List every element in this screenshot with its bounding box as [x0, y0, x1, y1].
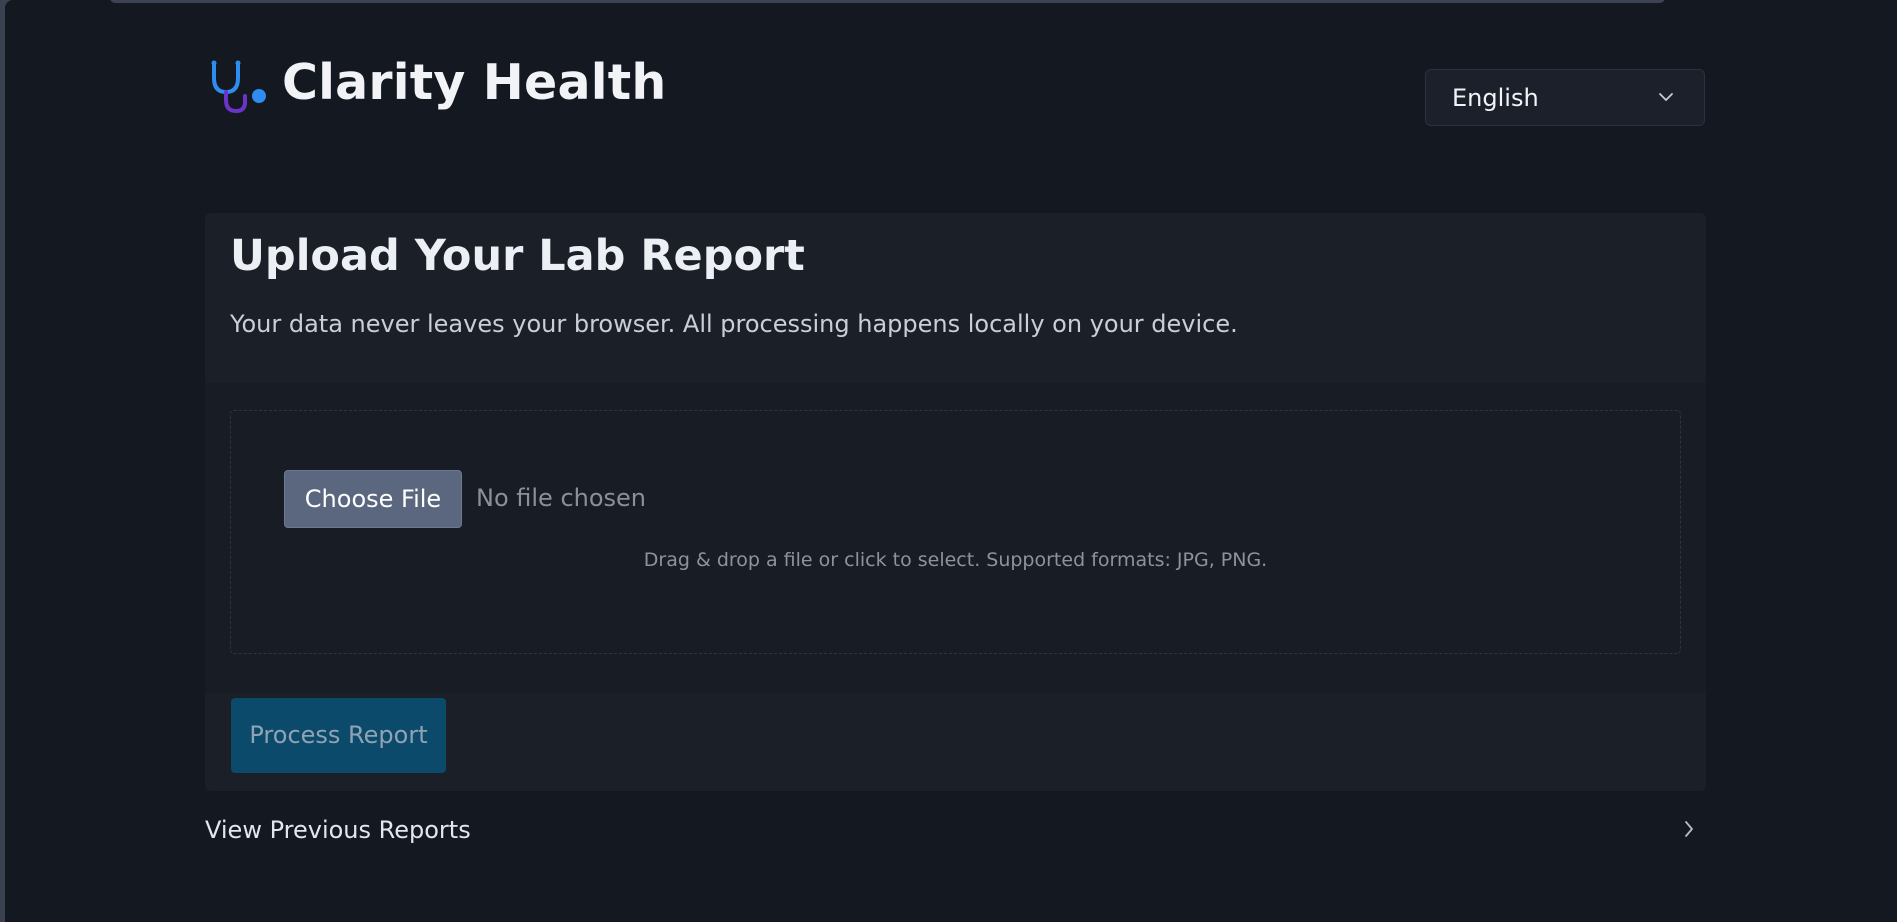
- chevron-down-icon: [1658, 89, 1674, 105]
- app-title: Clarity Health: [282, 54, 667, 111]
- file-dropzone[interactable]: Choose File No file chosen Drag & drop a…: [230, 410, 1681, 654]
- upload-card-title: Upload Your Lab Report: [230, 231, 805, 281]
- language-select-value: English: [1452, 84, 1539, 112]
- view-previous-reports-link[interactable]: View Previous Reports: [205, 812, 1706, 848]
- upload-card-header: Upload Your Lab Report Your data never l…: [205, 213, 1706, 383]
- view-previous-reports-label: View Previous Reports: [205, 816, 471, 844]
- language-select[interactable]: English: [1425, 69, 1705, 126]
- file-status: No file chosen: [476, 484, 647, 512]
- dropzone-hint: Drag & drop a file or click to select. S…: [643, 549, 1268, 571]
- window-top-strip: [110, 0, 1665, 3]
- chevron-right-icon: [1681, 818, 1697, 840]
- process-report-button[interactable]: Process Report: [231, 698, 446, 773]
- app-window: Clarity Health English Upload Your Lab R…: [5, 0, 1897, 922]
- upload-card-subtitle: Your data never leaves your browser. All…: [230, 310, 1238, 338]
- choose-file-button[interactable]: Choose File: [284, 470, 462, 528]
- stethoscope-icon: [210, 60, 270, 116]
